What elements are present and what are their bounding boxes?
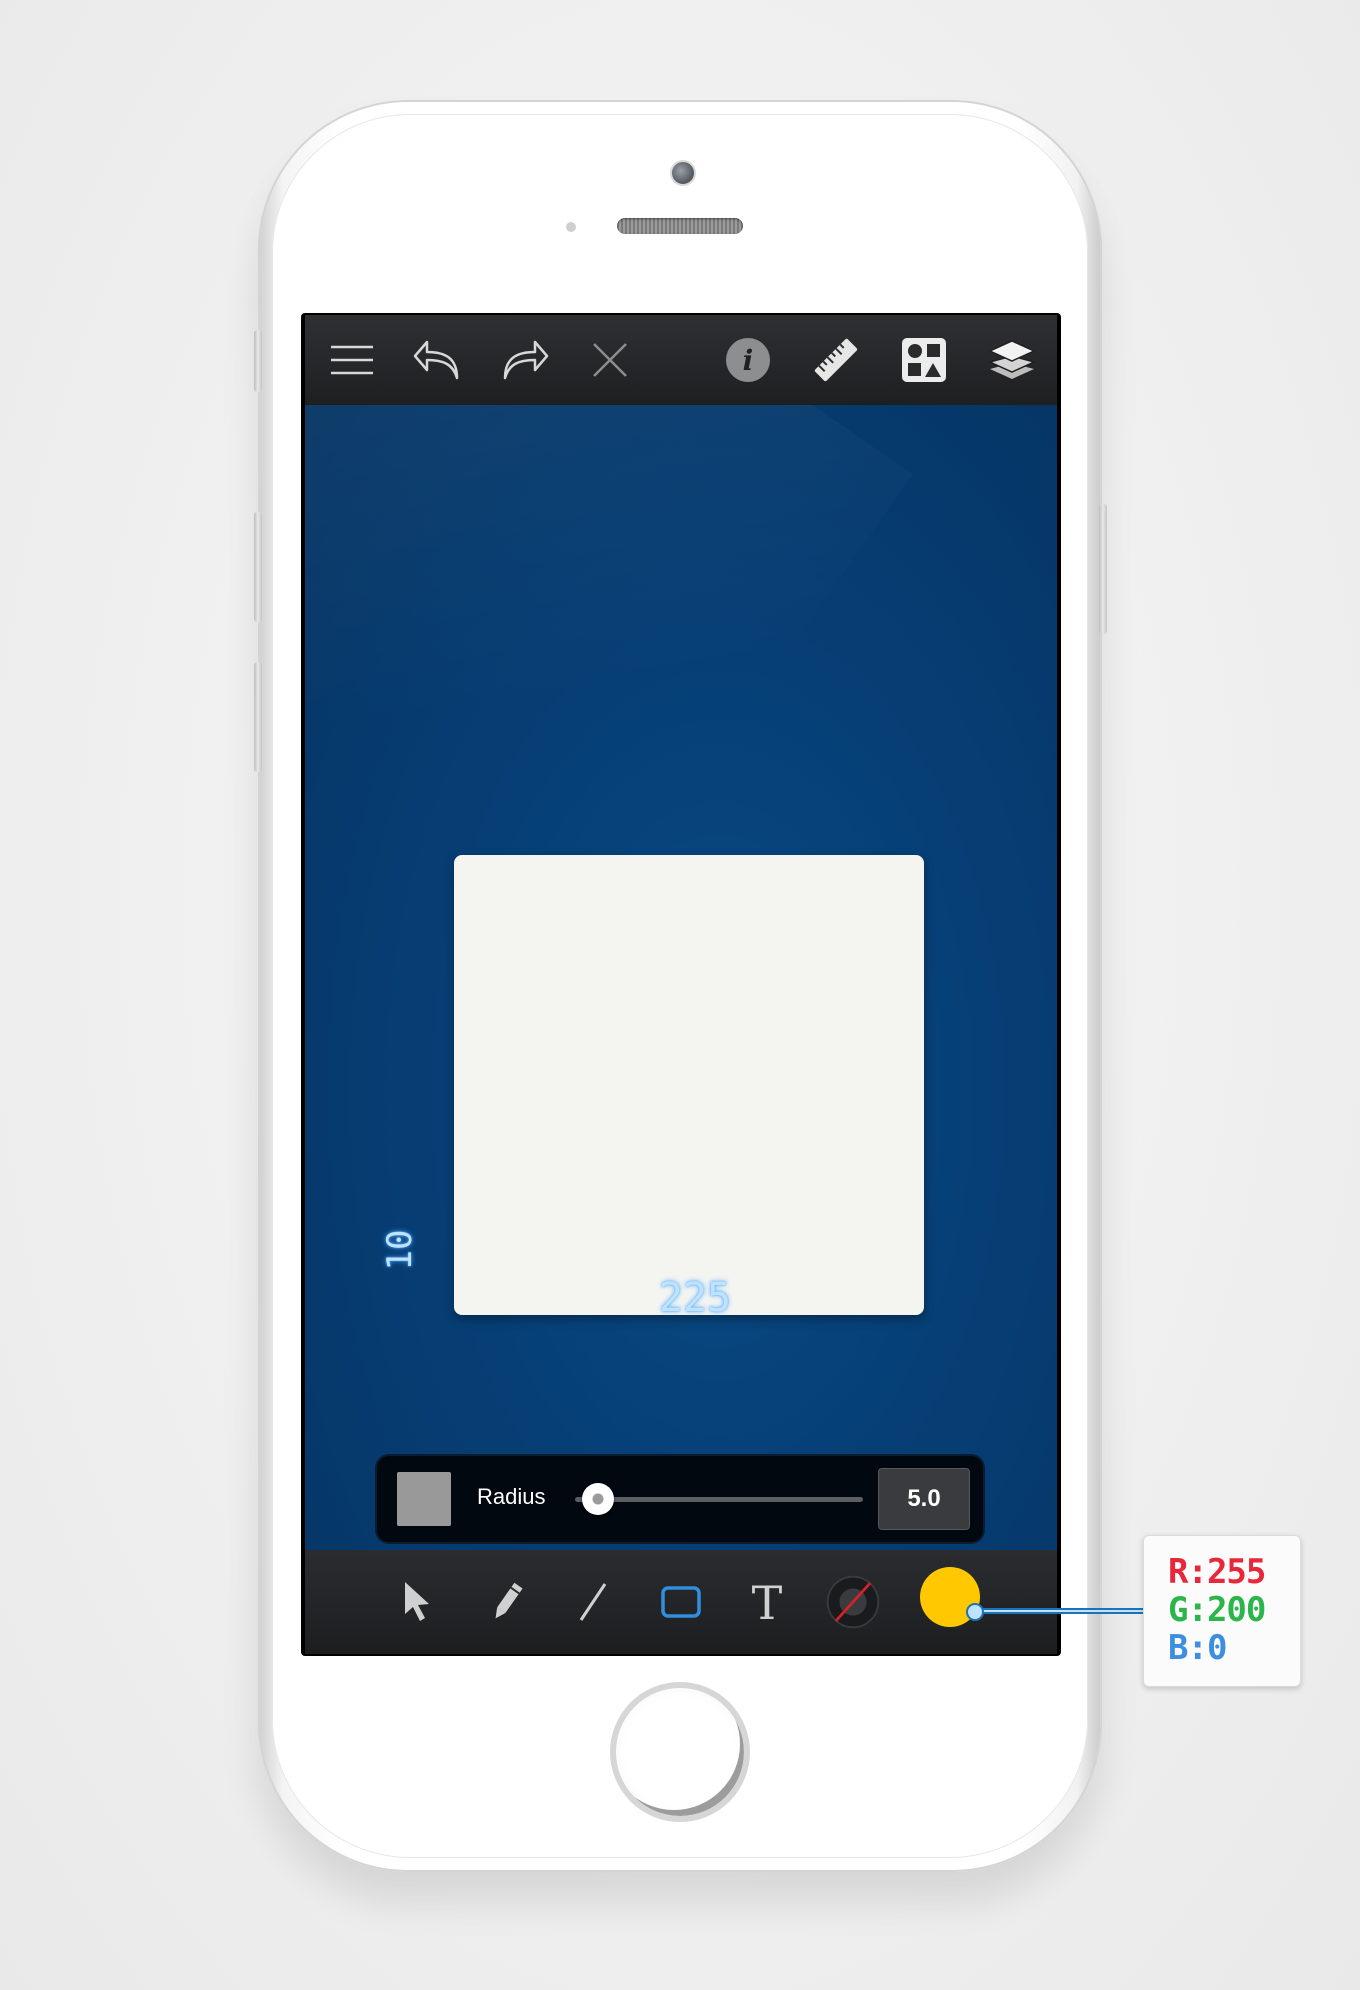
color-connector-dot — [966, 1603, 984, 1621]
radius-value[interactable]: 5.0 — [878, 1468, 970, 1530]
select-tool-icon[interactable] — [391, 1572, 447, 1632]
radius-swatch[interactable] — [397, 1472, 451, 1526]
radius-panel: Radius 5.0 — [377, 1456, 983, 1542]
radius-label: Radius — [477, 1484, 546, 1509]
power-button — [1099, 504, 1107, 634]
close-icon[interactable] — [583, 333, 637, 387]
drawing-canvas[interactable]: 10 225 Radius 5.0 — [305, 405, 1057, 1550]
svg-text:T: T — [752, 1579, 783, 1625]
phone-screen: i 10 225 Radius 5.0 T — [301, 313, 1061, 1656]
mute-switch — [254, 330, 262, 392]
proximity-sensor — [566, 222, 576, 232]
svg-text:i: i — [743, 344, 754, 377]
rectangle-tool-icon[interactable] — [653, 1572, 709, 1632]
menu-icon[interactable] — [325, 333, 379, 387]
earpiece-speaker — [617, 218, 743, 234]
blue-value: B:0 — [1168, 1628, 1227, 1668]
rectangle-shape[interactable] — [454, 855, 924, 1315]
home-button[interactable] — [610, 1682, 750, 1822]
info-icon[interactable]: i — [721, 333, 775, 387]
volume-up-button — [254, 512, 262, 622]
bottom-toolbar: T — [305, 1550, 1057, 1654]
pencil-tool-icon[interactable] — [479, 1572, 535, 1632]
width-dimension-label: 225 — [658, 1275, 732, 1321]
stroke-color-icon[interactable] — [825, 1572, 881, 1632]
text-tool-icon[interactable]: T — [739, 1572, 795, 1632]
redo-icon[interactable] — [497, 333, 551, 387]
rgb-value-card: R:255 G:200 B:0 — [1143, 1535, 1301, 1687]
radius-slider-knob[interactable] — [582, 1483, 615, 1515]
layers-icon[interactable] — [985, 333, 1039, 387]
radius-slider-track[interactable] — [575, 1497, 863, 1502]
color-connector-line — [978, 1608, 1144, 1614]
green-value: G:200 — [1168, 1590, 1266, 1630]
red-value: R:255 — [1168, 1552, 1266, 1592]
volume-down-button — [254, 662, 262, 772]
undo-icon[interactable] — [411, 333, 465, 387]
shapes-icon[interactable] — [897, 333, 951, 387]
front-camera — [670, 160, 696, 186]
ruler-icon[interactable] — [809, 333, 863, 387]
height-dimension-label: 10 — [380, 1229, 420, 1271]
top-toolbar: i — [305, 315, 1057, 405]
line-tool-icon[interactable] — [565, 1572, 621, 1632]
